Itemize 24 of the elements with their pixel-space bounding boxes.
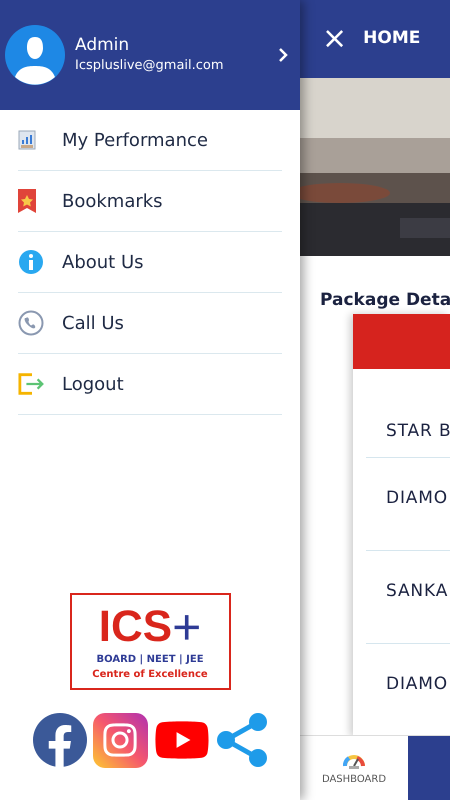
brand-logo: ICS+ BOARD | NEET | JEE Centre of Excellence [70,593,230,690]
package-row[interactable]: STAR B [366,368,450,458]
report-icon [18,130,36,150]
instagram-icon[interactable] [92,712,148,768]
user-email: Icspluslive@gmail.com [75,56,225,75]
page-title: HOME [363,27,420,50]
package-row[interactable]: SANKA [366,550,450,644]
info-icon [18,249,44,275]
menu-item[interactable]: About Us [18,232,282,293]
profile-header[interactable]: Admin Icspluslive@gmail.com [0,0,300,110]
phone-icon [18,310,44,336]
menu-item[interactable]: My Performance [18,110,282,171]
share-icon[interactable] [216,712,268,768]
menu-item[interactable]: Call Us [18,293,282,354]
chevron-icon [278,47,288,63]
logout-icon [18,372,46,396]
user-name: Admin [75,34,130,56]
close-button[interactable]: × [322,24,348,54]
package-row[interactable]: DIAMO [366,458,450,550]
menu-item[interactable]: Bookmarks [18,171,282,232]
section-title: Package Deta [319,289,450,312]
avatar-icon [5,25,65,85]
menu-item[interactable]: Logout [18,354,282,415]
bookmark-icon [18,189,36,213]
